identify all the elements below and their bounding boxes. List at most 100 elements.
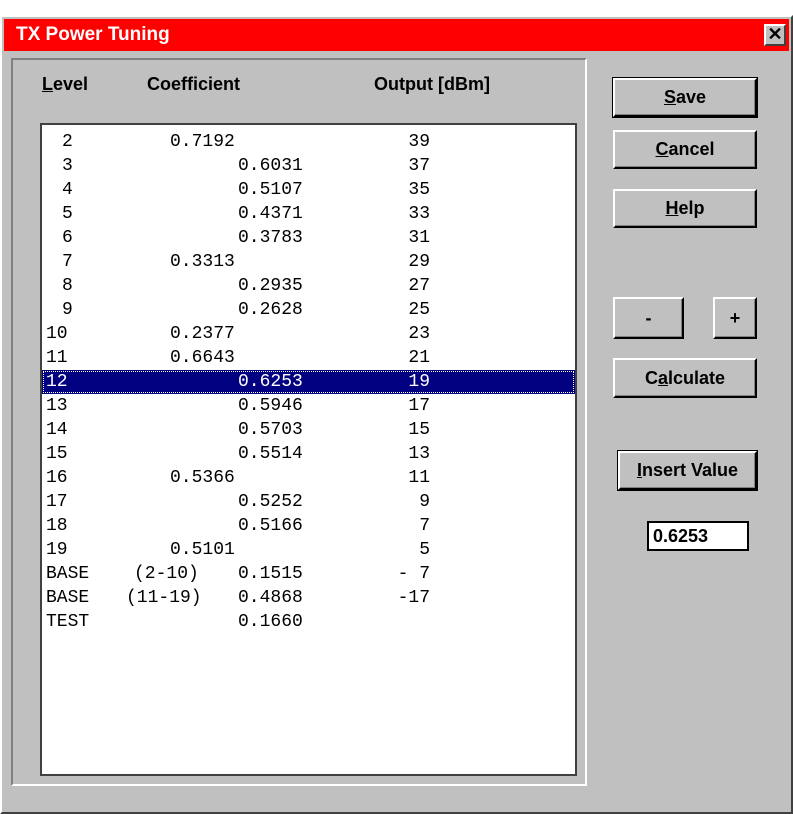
help-button[interactable]: Help (613, 189, 757, 228)
level-cell: 13 (46, 396, 68, 416)
output-cell: - 7 (397, 564, 430, 584)
window-title: TX Power Tuning (16, 24, 170, 45)
minus-button[interactable]: - (613, 297, 684, 339)
level-cell: 16 (46, 468, 68, 488)
insert-value-button[interactable]: Insert Value (617, 450, 758, 491)
coefficient-cell: 0.5166 (238, 516, 303, 536)
level-cell: 4 (62, 180, 73, 200)
coefficient-list[interactable]: 2 0.7192 39 3 0.6031 37 4 0.5107 35 5 0.4371 33 6 0.3… (40, 123, 577, 776)
coefficient-cell: 0.4371 (238, 204, 303, 224)
coefficient-cell: 0.5946 (238, 396, 303, 416)
level-cell: 9 (62, 300, 73, 320)
list-item[interactable]: 13 0.5946 17 (42, 394, 575, 418)
column-header-level: Level (42, 74, 89, 94)
coefficient-value-field[interactable]: 0.6253 (647, 521, 749, 551)
list-item[interactable]: 9 0.2628 25 (42, 298, 575, 322)
output-cell: 9 (419, 492, 430, 512)
list-item[interactable]: 14 0.5703 15 (42, 418, 575, 442)
list-item[interactable]: 8 0.2935 27 (42, 274, 575, 298)
list-item[interactable]: 11 0.6643 21 (42, 346, 575, 370)
coefficient-cell: 0.5252 (238, 492, 303, 512)
cancel-button[interactable]: Cancel (613, 130, 757, 169)
column-header-coefficient: Coefficient (147, 74, 241, 94)
output-cell: 11 (408, 468, 430, 488)
coefficient-cell: 0.5366 (170, 468, 235, 488)
list-item[interactable]: 12 0.6253 19 (42, 370, 575, 394)
level-cell: 2 (62, 132, 73, 152)
output-cell: 19 (408, 372, 430, 392)
output-cell: 39 (408, 132, 430, 152)
range-cell: (2-10) (134, 564, 199, 584)
level-cell: 17 (46, 492, 68, 512)
level-cell: 12 (46, 372, 68, 392)
coefficient-cell: 0.5107 (238, 180, 303, 200)
level-cell: 19 (46, 540, 68, 560)
coefficient-cell: 0.3313 (170, 252, 235, 272)
level-cell: 3 (62, 156, 73, 176)
save-button[interactable]: Save (612, 77, 758, 118)
output-cell: 7 (419, 516, 430, 536)
output-cell: 35 (408, 180, 430, 200)
output-cell: 5 (419, 540, 430, 560)
output-cell: 27 (408, 276, 430, 296)
level-cell: 10 (46, 324, 68, 344)
output-cell: 25 (408, 300, 430, 320)
output-cell: 17 (408, 396, 430, 416)
level-cell: 15 (46, 444, 68, 464)
list-item[interactable]: 2 0.7192 39 (42, 130, 575, 154)
coefficient-cell: 0.5514 (238, 444, 303, 464)
coefficient-cell: 0.1660 (238, 612, 303, 632)
coefficient-cell: 0.3783 (238, 228, 303, 248)
coefficient-cell: 0.6253 (238, 372, 303, 392)
level-cell: 14 (46, 420, 68, 440)
list-item[interactable]: 10 0.2377 23 (42, 322, 575, 346)
list-item[interactable]: 18 0.5166 7 (42, 514, 575, 538)
level-cell: 8 (62, 276, 73, 296)
level-cell: 11 (46, 348, 68, 368)
output-cell: 33 (408, 204, 430, 224)
coefficient-cell: 0.5703 (238, 420, 303, 440)
coefficient-cell: 0.7192 (170, 132, 235, 152)
coefficient-cell: 0.2935 (238, 276, 303, 296)
coefficient-cell: 0.2628 (238, 300, 303, 320)
level-cell: 5 (62, 204, 73, 224)
list-item[interactable]: BASE (2-10) 0.1515 - 7 (42, 562, 575, 586)
list-item[interactable]: BASE (11-19) 0.4868 -17 (42, 586, 575, 610)
coefficient-cell: 0.4868 (238, 588, 303, 608)
list-item[interactable]: 16 0.5366 11 (42, 466, 575, 490)
level-cell: 6 (62, 228, 73, 248)
output-cell: 37 (408, 156, 430, 176)
level-cell: BASE (46, 588, 90, 608)
list-item[interactable]: TEST 0.1660 (42, 610, 575, 634)
list-item[interactable]: 19 0.5101 5 (42, 538, 575, 562)
list-item[interactable]: 3 0.6031 37 (42, 154, 575, 178)
output-cell: 15 (408, 420, 430, 440)
list-item[interactable]: 6 0.3783 31 (42, 226, 575, 250)
coefficient-cell: 0.6643 (170, 348, 235, 368)
range-cell: (11-19) (126, 588, 202, 608)
list-item[interactable]: 5 0.4371 33 (42, 202, 575, 226)
level-cell: TEST (46, 612, 90, 632)
list-item[interactable]: 15 0.5514 13 (42, 442, 575, 466)
output-cell: 23 (408, 324, 430, 344)
list-item[interactable]: 4 0.5107 35 (42, 178, 575, 202)
title-bar[interactable]: TX Power Tuning ✕ (4, 19, 789, 51)
output-cell: 31 (408, 228, 430, 248)
close-icon[interactable]: ✕ (764, 24, 786, 46)
output-cell: 13 (408, 444, 430, 464)
list-item[interactable]: 17 0.5252 9 (42, 490, 575, 514)
coefficient-cell: 0.1515 (238, 564, 303, 584)
coefficient-cell: 0.2377 (170, 324, 235, 344)
output-cell: -17 (397, 588, 430, 608)
output-cell: 29 (408, 252, 430, 272)
column-header-output: Output [dBm] (374, 74, 490, 94)
calculate-button[interactable]: Ca lculate (613, 358, 757, 398)
level-cell: BASE (46, 564, 90, 584)
coefficient-cell: 0.5101 (170, 540, 235, 560)
coefficient-cell: 0.6031 (238, 156, 303, 176)
level-cell: 7 (62, 252, 73, 272)
list-item[interactable]: 7 0.3313 29 (42, 250, 575, 274)
level-cell: 18 (46, 516, 68, 536)
output-cell: 21 (408, 348, 430, 368)
plus-button[interactable]: + (713, 297, 757, 339)
